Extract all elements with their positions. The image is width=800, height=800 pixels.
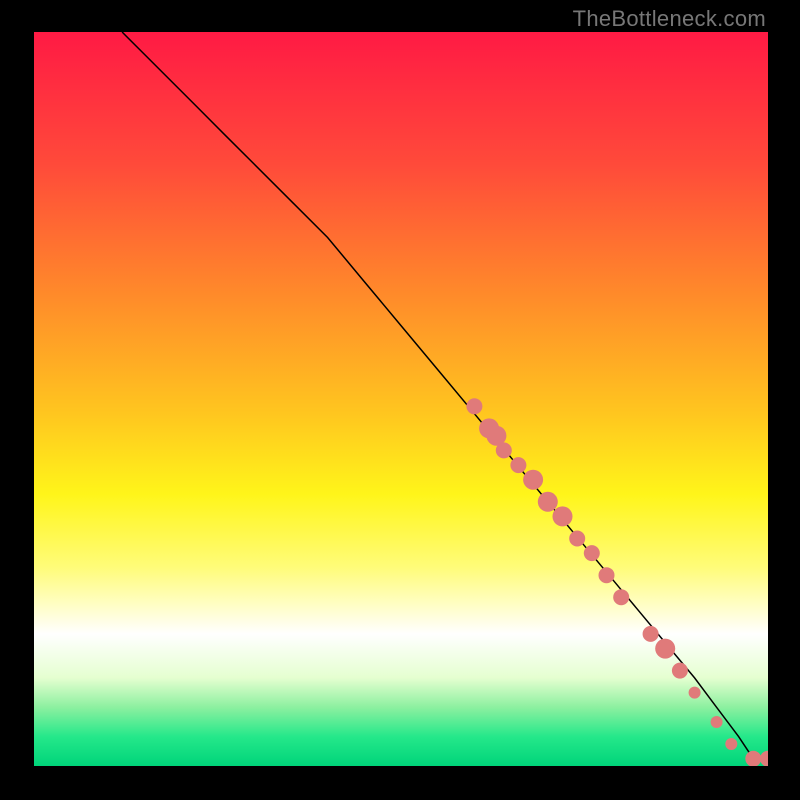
- data-point: [689, 687, 701, 699]
- data-point: [523, 470, 543, 490]
- data-point: [655, 639, 675, 659]
- data-point: [672, 663, 688, 679]
- data-point: [711, 716, 723, 728]
- data-point: [496, 442, 512, 458]
- chart-plot-area: [34, 32, 768, 766]
- data-point: [613, 589, 629, 605]
- data-point: [584, 545, 600, 561]
- data-point: [745, 751, 761, 766]
- data-point: [569, 531, 585, 547]
- data-point: [510, 457, 526, 473]
- data-point: [538, 492, 558, 512]
- data-point: [725, 738, 737, 750]
- watermark-text: TheBottleneck.com: [573, 6, 766, 32]
- data-point: [466, 398, 482, 414]
- chart-points: [466, 398, 768, 766]
- data-point: [553, 506, 573, 526]
- data-point: [643, 626, 659, 642]
- data-point: [760, 751, 768, 766]
- data-point: [599, 567, 615, 583]
- chart-svg: [34, 32, 768, 766]
